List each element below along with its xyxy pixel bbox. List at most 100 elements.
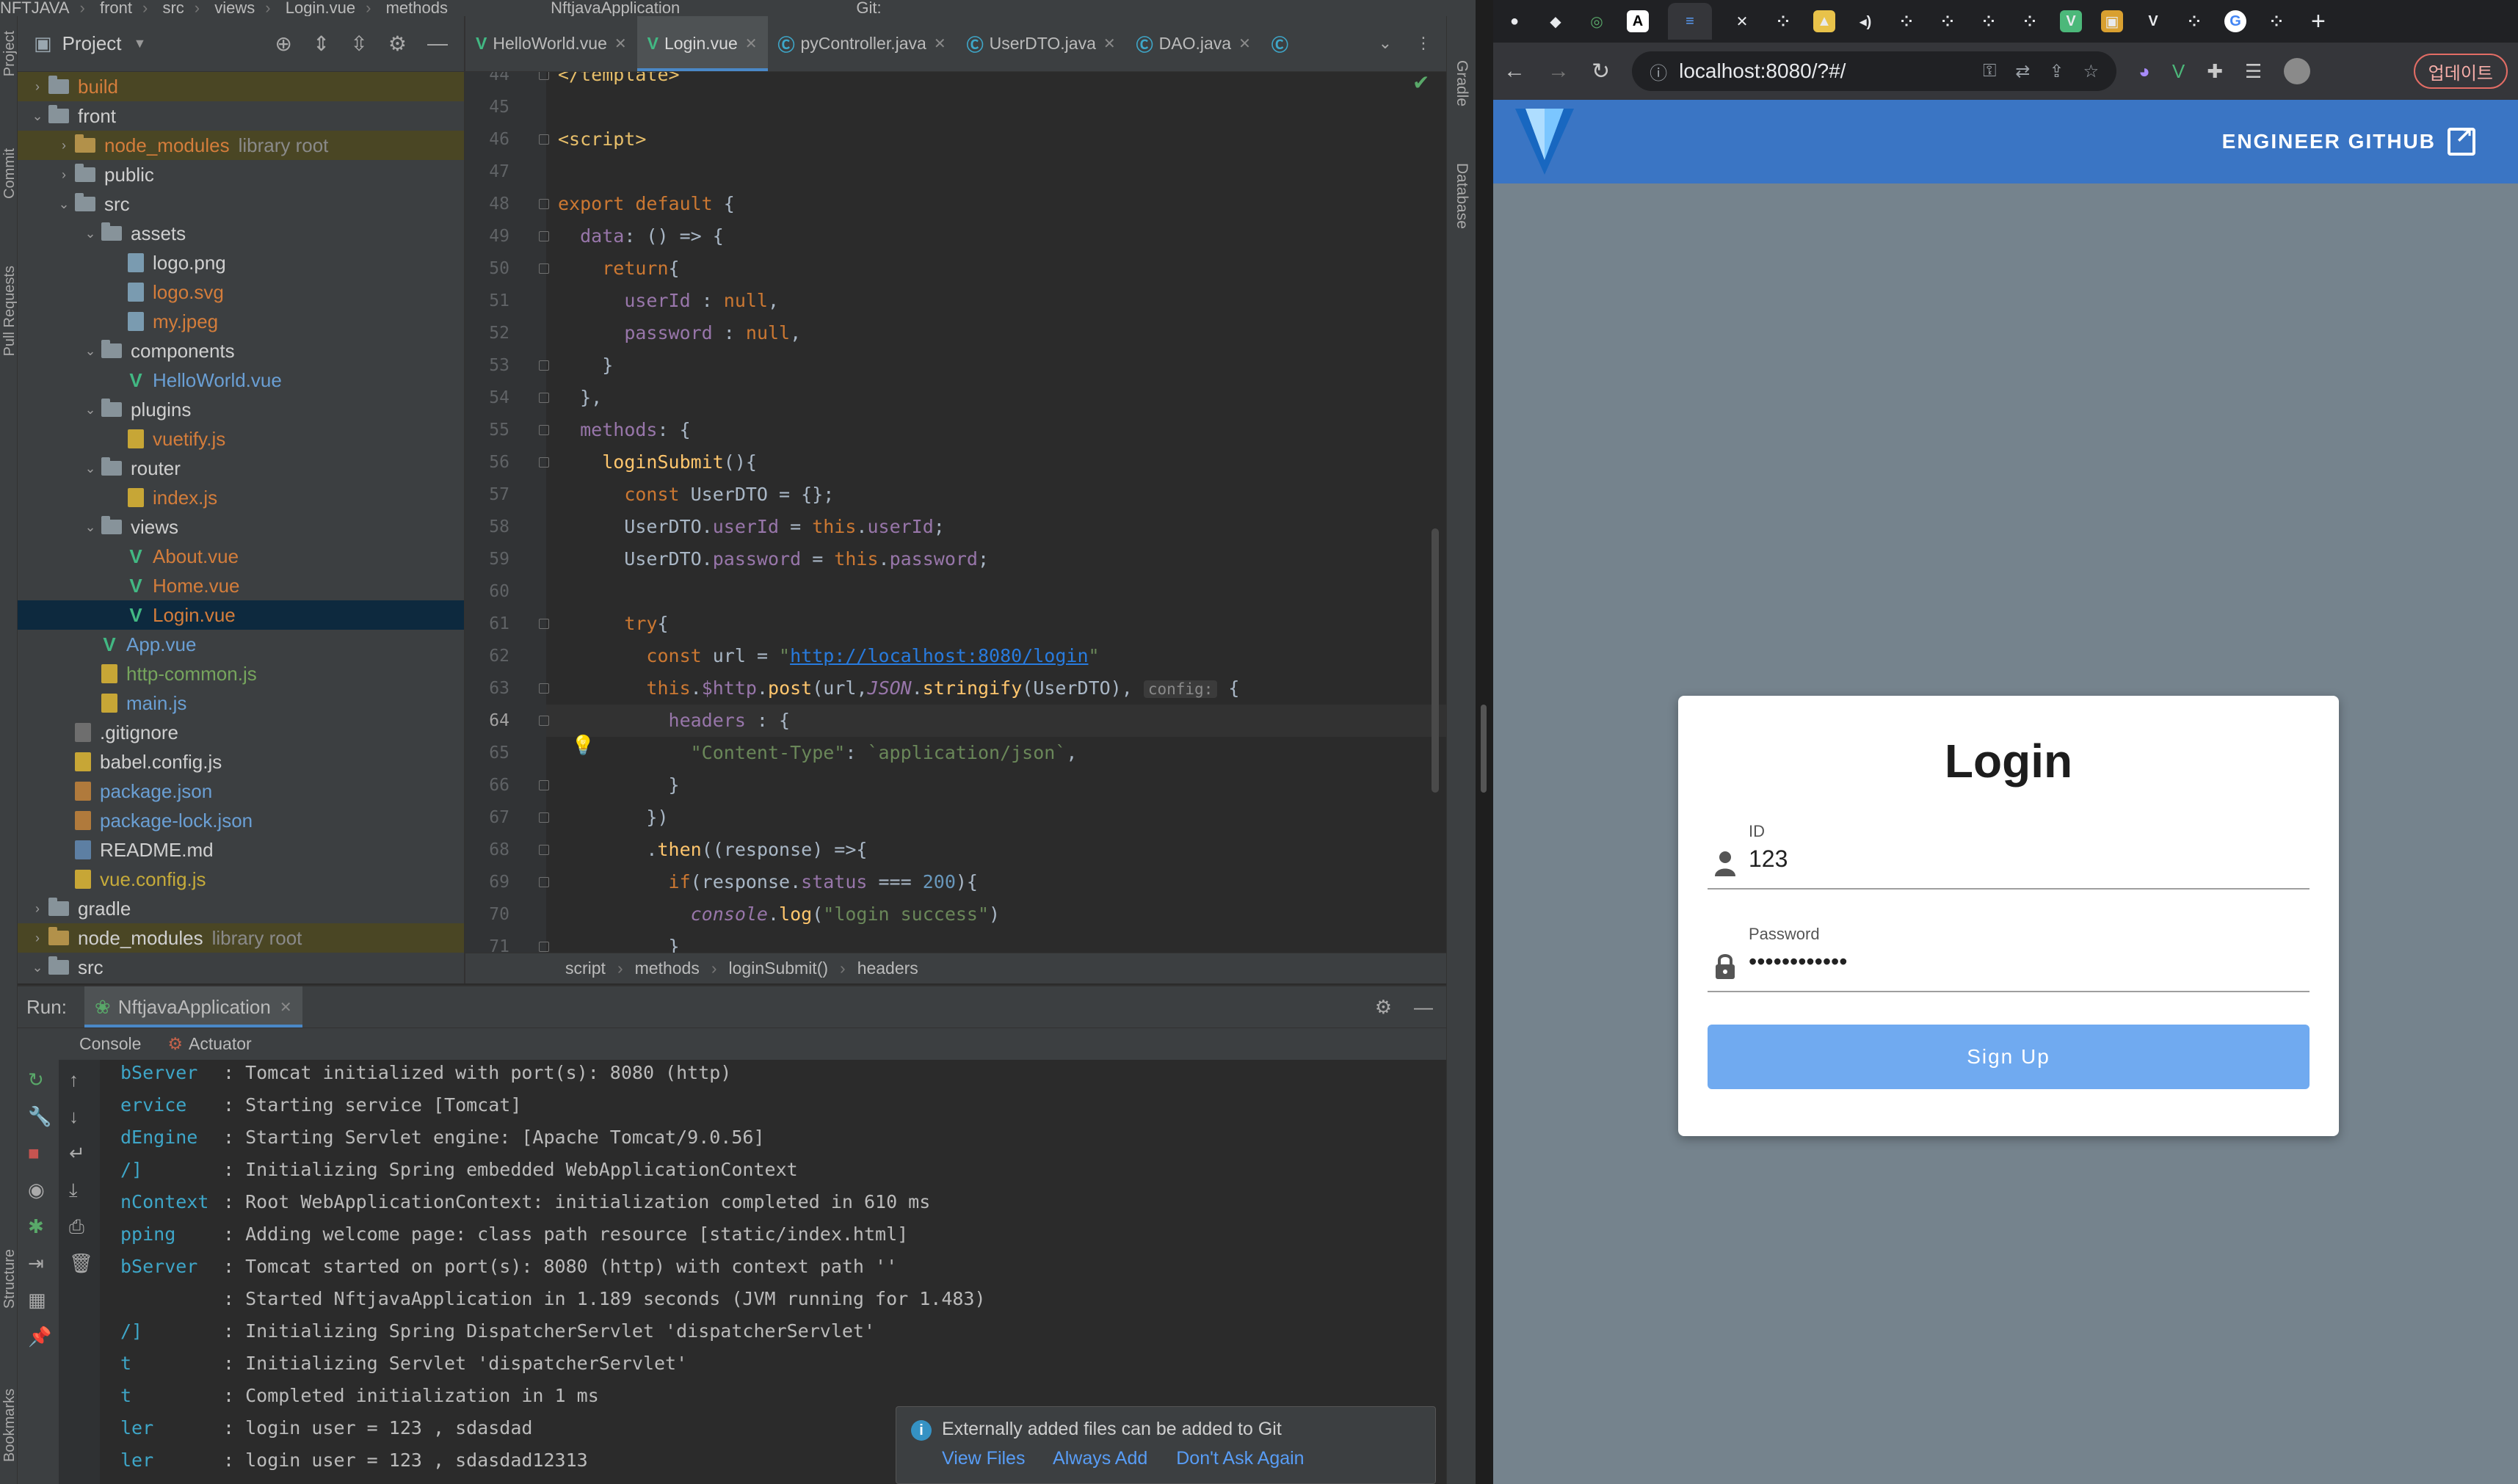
code-line[interactable]: } [558, 769, 680, 801]
sign-up-button[interactable]: Sign Up [1708, 1025, 2310, 1089]
code-line[interactable]: data: () => { [558, 220, 724, 252]
tab-favicon-icon[interactable]: V [2060, 10, 2082, 32]
tree-folder[interactable]: ⌄main [18, 982, 464, 983]
hide-panel-icon[interactable]: — [427, 32, 448, 56]
tree-file[interactable]: babel.config.js [18, 747, 464, 776]
address-bar[interactable]: ⓘ localhost:8080/?#/ ⚿ ⇄ ⇪ ☆ [1632, 51, 2117, 91]
close-icon[interactable]: ✕ [280, 998, 292, 1016]
id-field[interactable]: ID 123 [1708, 822, 2310, 890]
github-icon[interactable]: ● [1503, 10, 1525, 32]
code-line[interactable]: export default { [558, 188, 735, 220]
tree-folder[interactable]: ⌄ src [18, 953, 464, 982]
fold-marker-icon[interactable] [539, 72, 549, 80]
code-line[interactable]: <script> [558, 123, 646, 156]
code-line[interactable]: } [558, 349, 613, 382]
close-icon[interactable]: ✕ [1103, 34, 1116, 53]
code-line[interactable]: UserDTO.password = this.password; [558, 543, 989, 575]
tree-folder[interactable]: ⌄ router [18, 454, 464, 483]
tree-folder[interactable]: ⌄ views [18, 512, 464, 542]
project-tool-tab[interactable]: Project [1, 31, 18, 76]
tree-file[interactable]: index.js [18, 483, 464, 512]
chevron-right-icon[interactable]: › [53, 138, 75, 153]
tree-file[interactable]: logo.svg [18, 277, 464, 307]
close-icon[interactable]: ✕ [1731, 10, 1753, 32]
tab-favicon-icon[interactable]: ⁘ [2265, 10, 2287, 32]
tree-file[interactable]: README.md [18, 835, 464, 865]
tree-file[interactable]: my.jpeg [18, 307, 464, 336]
tree-folder[interactable]: › node_modules library root [18, 923, 464, 953]
code-line[interactable]: userId : null, [558, 285, 779, 317]
soft-wrap-icon[interactable]: ↵ [69, 1142, 85, 1165]
breadcrumb-headers[interactable]: headers [857, 959, 918, 978]
code-line[interactable]: "Content-Type": `application/json`, [558, 737, 1078, 769]
tab-favicon-icon[interactable]: ◎ [1586, 10, 1608, 32]
tab-favicon-icon[interactable]: ⁘ [2019, 10, 2041, 32]
overflow-tab[interactable]: Ⓒ [1261, 16, 1305, 71]
code-line[interactable]: this.$http.post(url,JSON.stringify(UserD… [558, 672, 1239, 705]
bookmarks-tool-tab[interactable]: Bookmarks [1, 1389, 18, 1462]
tree-file[interactable]: package.json [18, 776, 464, 806]
google-icon[interactable]: G [2224, 10, 2246, 32]
tab-favicon-icon[interactable]: ⁘ [1978, 10, 2000, 32]
camera-icon[interactable]: ◉ [28, 1179, 45, 1201]
tree-folder[interactable]: ⌄ front [18, 101, 464, 131]
tree-file[interactable]: V Home.vue [18, 571, 464, 600]
code-line[interactable]: const UserDTO = {}; [558, 479, 834, 511]
fold-marker-icon[interactable] [539, 425, 549, 435]
inspection-ok-icon[interactable]: ✔ [1412, 70, 1429, 95]
editor-scrollbar[interactable] [1432, 528, 1439, 793]
fold-marker-icon[interactable] [539, 134, 549, 145]
tab-favicon-icon[interactable]: ⁘ [2183, 10, 2205, 32]
close-icon[interactable]: ✕ [745, 34, 758, 53]
code-line[interactable]: </template> [558, 72, 680, 91]
tree-file[interactable]: V About.vue [18, 542, 464, 571]
code-line[interactable]: password : null, [558, 317, 801, 349]
key-icon[interactable]: ⚿ [1983, 61, 1996, 82]
chevron-down-icon[interactable]: ▼ [134, 36, 147, 51]
nav-crumb-project[interactable]: NFTJAVA [0, 0, 70, 16]
chevron-down-icon[interactable]: ⌄ [53, 197, 75, 212]
run-config-selector[interactable]: NftjavaApplication [551, 0, 680, 16]
tree-file[interactable]: .gitignore [18, 718, 464, 747]
tree-folder[interactable]: › public [18, 160, 464, 189]
code-line[interactable]: try{ [558, 608, 668, 640]
code-line[interactable]: console.log("login success") [558, 898, 1000, 931]
run-config-tab[interactable]: ❀ NftjavaApplication ✕ [84, 986, 302, 1027]
reload-icon[interactable]: ↻ [1592, 59, 1610, 84]
editor-tab[interactable]: V Login.vue ✕ [636, 16, 768, 71]
fold-marker-icon[interactable] [539, 393, 549, 403]
fold-marker-icon[interactable] [539, 457, 549, 468]
tree-file[interactable]: main.js [18, 688, 464, 718]
close-icon[interactable]: ✕ [934, 34, 946, 53]
tree-file[interactable]: logo.png [18, 248, 464, 277]
structure-tool-tab[interactable]: Structure [1, 1249, 18, 1309]
code-line[interactable]: loginSubmit(){ [558, 446, 757, 479]
tab-actuator[interactable]: Actuator [189, 1034, 252, 1054]
dont-ask-again-link[interactable]: Don't Ask Again [1176, 1448, 1304, 1469]
speaker-icon[interactable]: ◂) [1854, 10, 1876, 32]
hide-panel-icon[interactable]: — [1414, 996, 1433, 1019]
layout-icon[interactable]: ▦ [28, 1289, 46, 1312]
code-line[interactable]: return{ [558, 252, 679, 285]
tree-file[interactable]: vuetify.js [18, 424, 464, 454]
forward-icon[interactable]: → [1548, 59, 1570, 84]
translate-icon[interactable]: ⇄ [2015, 61, 2030, 82]
expand-all-icon[interactable]: ⇕ [313, 32, 330, 56]
reading-list-icon[interactable]: ☰ [2245, 60, 2262, 83]
wrench-icon[interactable]: 🔧 [28, 1105, 51, 1128]
nav-crumb-views[interactable]: views [214, 0, 255, 16]
fold-marker-icon[interactable] [539, 877, 549, 887]
tree-folder[interactable]: ⌄ assets [18, 219, 464, 248]
stop-icon[interactable]: ■ [28, 1142, 40, 1165]
chevron-right-icon[interactable]: › [26, 901, 48, 917]
nav-crumb-src[interactable]: src [162, 0, 184, 16]
scroll-to-end-icon[interactable]: ⤓ [69, 1179, 78, 1202]
fold-marker-icon[interactable] [539, 231, 549, 241]
database-tool-tab[interactable]: Database [1453, 163, 1470, 229]
tab-favicon-icon[interactable]: V [2142, 10, 2164, 32]
tab-favicon-icon[interactable]: ⁘ [1772, 10, 1794, 32]
chevron-down-icon[interactable]: ⌄ [26, 109, 48, 124]
nav-crumb-front[interactable]: front [100, 0, 132, 16]
tab-favicon-icon[interactable]: ▲ [1813, 10, 1835, 32]
fold-marker-icon[interactable] [539, 942, 549, 952]
